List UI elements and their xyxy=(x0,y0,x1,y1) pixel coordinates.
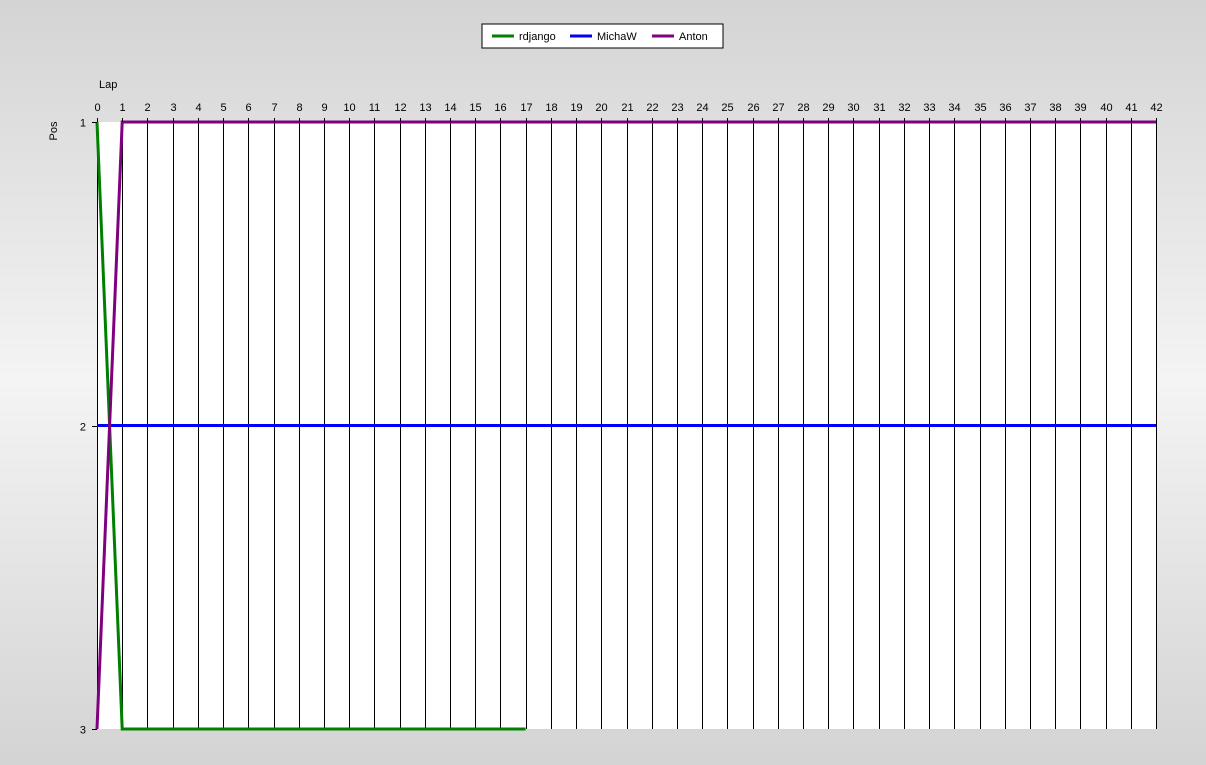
x-tick-label: 3 xyxy=(170,102,176,114)
x-tick-label: 38 xyxy=(1049,102,1061,114)
x-tick-label: 0 xyxy=(94,102,100,114)
x-tick-label: 10 xyxy=(343,102,355,114)
x-tick-label: 40 xyxy=(1100,102,1112,114)
x-tick-label: 15 xyxy=(469,102,481,114)
y-tick-label: 2 xyxy=(80,422,86,434)
x-tick-label: 11 xyxy=(369,102,380,114)
legend-label: Anton xyxy=(679,31,708,43)
x-tick-label: 18 xyxy=(545,102,557,114)
x-tick-label: 13 xyxy=(419,102,431,114)
y-axis-label: Pos xyxy=(48,121,60,140)
x-tick-label: 37 xyxy=(1024,102,1036,114)
x-tick-label: 26 xyxy=(747,102,759,114)
x-tick-label: 29 xyxy=(822,102,834,114)
y-tick-label: 1 xyxy=(80,118,86,130)
x-tick-label: 25 xyxy=(721,102,733,114)
x-tick-label: 21 xyxy=(621,102,633,114)
x-tick-label: 7 xyxy=(271,102,277,114)
x-tick-label: 6 xyxy=(245,102,251,114)
legend: rdjango MichaW Anton xyxy=(481,23,724,49)
legend-label: MichaW xyxy=(597,31,637,43)
x-axis-label: Lap xyxy=(99,79,117,91)
x-tick-label: 27 xyxy=(772,102,784,114)
lap-position-chart: rdjango MichaW Anton 0 1 2 3 4 5 6 7 8 9 10 11 12 13 14 1… xyxy=(0,0,1206,760)
x-tick-label: 42 xyxy=(1150,102,1162,114)
x-tick-label: 33 xyxy=(923,102,935,114)
x-tick-label: 2 xyxy=(144,102,150,114)
x-tick-label: 19 xyxy=(570,102,582,114)
x-tick-label: 5 xyxy=(220,102,226,114)
x-tick-label: 39 xyxy=(1074,102,1086,114)
x-tick-label: 16 xyxy=(494,102,506,114)
x-tick-label: 1 xyxy=(119,102,125,114)
x-tick-labels: 0 1 2 3 4 5 6 7 8 9 10 11 12 13 14 15 16 17 18 19 20 21 22 23 24… xyxy=(94,102,1163,122)
x-tick-label: 22 xyxy=(646,102,658,114)
chart-svg: rdjango MichaW Anton 0 1 2 3 4 5 6 7 8 9 10 11 12 13 14 1… xyxy=(48,23,1163,737)
x-tick-label: 24 xyxy=(696,102,708,114)
x-tick-label: 30 xyxy=(847,102,859,114)
x-tick-label: 23 xyxy=(671,102,683,114)
x-tick-label: 20 xyxy=(595,102,607,114)
x-tick-label: 34 xyxy=(948,102,960,114)
x-tick-label: 14 xyxy=(444,102,456,114)
x-tick-label: 36 xyxy=(999,102,1011,114)
x-tick-label: 4 xyxy=(195,102,201,114)
x-tick-label: 41 xyxy=(1125,102,1137,114)
x-tick-label: 9 xyxy=(321,102,327,114)
x-tick-label: 35 xyxy=(974,102,986,114)
x-tick-label: 32 xyxy=(898,102,910,114)
plot-area xyxy=(95,120,1157,731)
y-tick-labels: 1 2 3 xyxy=(80,118,97,737)
x-tick-label: 8 xyxy=(296,102,302,114)
x-tick-label: 12 xyxy=(394,102,406,114)
x-tick-label: 31 xyxy=(873,102,885,114)
x-tick-label: 28 xyxy=(797,102,809,114)
legend-label: rdjango xyxy=(519,31,556,43)
y-tick-label: 3 xyxy=(80,725,86,737)
x-tick-label: 17 xyxy=(520,102,532,114)
